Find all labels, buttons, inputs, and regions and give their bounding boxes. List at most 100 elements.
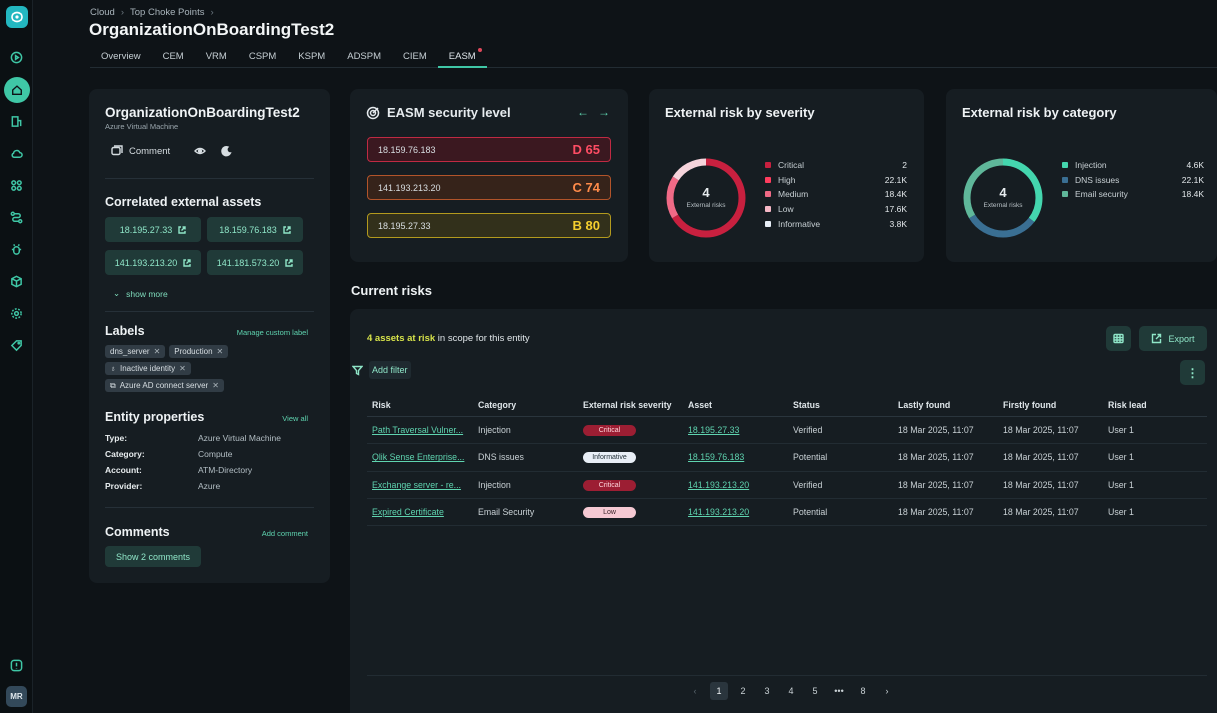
help-icon[interactable] bbox=[9, 658, 23, 672]
asset-chip[interactable]: 18.195.27.33 bbox=[105, 217, 201, 242]
asset-chip[interactable]: 141.181.573.20 bbox=[207, 250, 303, 275]
legend-value: 2 bbox=[902, 160, 907, 171]
page-button[interactable]: 5 bbox=[806, 682, 824, 700]
asset-link[interactable]: 141.193.213.20 bbox=[688, 507, 749, 517]
risk-link[interactable]: Exchange server - re... bbox=[372, 480, 461, 490]
legend-swatch bbox=[765, 162, 771, 169]
severity-legend: Critical 2 High 22.1K Medium 18.4K Low 17.6K… bbox=[765, 158, 907, 231]
tab-adspm[interactable]: ADSPM bbox=[336, 47, 392, 68]
export-button[interactable]: Export bbox=[1139, 326, 1207, 351]
security-level-row[interactable]: 141.193.213.20 C 74 bbox=[367, 175, 611, 200]
column-header[interactable]: Category bbox=[473, 400, 578, 410]
remove-label-icon[interactable]: ✕ bbox=[154, 347, 161, 356]
breadcrumb-item-cloud[interactable]: Cloud bbox=[90, 7, 115, 18]
remove-label-icon[interactable]: ✕ bbox=[217, 347, 224, 356]
settings-icon[interactable] bbox=[9, 306, 23, 320]
column-header[interactable]: Firstly found bbox=[998, 400, 1103, 410]
tab-overview[interactable]: Overview bbox=[90, 47, 152, 68]
show-more-button[interactable]: ⌄ show more bbox=[113, 288, 168, 299]
asset-link[interactable]: 141.193.213.20 bbox=[688, 480, 749, 490]
severity-badge: Critical bbox=[583, 479, 636, 491]
chevron-left-icon[interactable]: ‹ bbox=[686, 682, 704, 700]
legend-item: Injection 4.6K bbox=[1062, 158, 1204, 173]
lastly-found: 18 Mar 2025, 11:07 bbox=[898, 452, 974, 463]
severity-badge: Low bbox=[583, 507, 636, 519]
page-button[interactable]: 8 bbox=[854, 682, 872, 700]
page-button[interactable]: 3 bbox=[758, 682, 776, 700]
severity-badge: Critical bbox=[583, 425, 636, 437]
asset-link[interactable]: 18.159.76.183 bbox=[688, 452, 744, 462]
view-all-link[interactable]: View all bbox=[282, 414, 308, 423]
comments-title: Comments bbox=[105, 525, 170, 539]
divider bbox=[105, 507, 314, 508]
tag-icon[interactable] bbox=[9, 338, 23, 352]
label-text: dns_server bbox=[110, 347, 150, 356]
cloud-icon[interactable] bbox=[9, 146, 23, 160]
play-circle-icon[interactable] bbox=[9, 50, 23, 64]
remove-label-icon[interactable]: ✕ bbox=[179, 364, 186, 373]
tab-ciem[interactable]: CIEM bbox=[392, 47, 438, 68]
table-row[interactable]: Expired Certificate Email Security Low 1… bbox=[367, 499, 1207, 527]
table-row[interactable]: Path Traversal Vulner... Injection Criti… bbox=[367, 417, 1207, 445]
moon-icon[interactable] bbox=[220, 145, 232, 157]
notification-dot bbox=[477, 48, 482, 52]
security-level-row[interactable]: 18.159.76.183 D 65 bbox=[367, 137, 611, 162]
legend-value: 18.4K bbox=[884, 189, 907, 200]
building-icon[interactable] bbox=[9, 114, 23, 128]
entity-properties: Type: Azure Virtual Machine Category: Comp… bbox=[105, 433, 305, 497]
home-icon[interactable] bbox=[4, 77, 30, 103]
asset-chip[interactable]: 18.159.76.183 bbox=[207, 217, 303, 242]
tab-vrm[interactable]: VRM bbox=[195, 47, 238, 68]
tab-cem[interactable]: CEM bbox=[152, 47, 195, 68]
asset-ip: 18.159.76.183 bbox=[219, 224, 277, 235]
column-header[interactable]: External risk severity bbox=[578, 400, 683, 410]
risk-link[interactable]: Expired Certificate bbox=[372, 507, 444, 517]
asset-link[interactable]: 18.195.27.33 bbox=[688, 425, 739, 435]
chevron-right-icon[interactable]: › bbox=[878, 682, 896, 700]
avatar[interactable]: MR bbox=[6, 686, 27, 707]
column-header[interactable]: Risk lead bbox=[1103, 400, 1207, 410]
lastly-found: 18 Mar 2025, 11:07 bbox=[898, 479, 974, 490]
more-options-icon[interactable]: ⋮ bbox=[1180, 360, 1205, 385]
cube-icon[interactable] bbox=[9, 274, 23, 288]
eye-icon[interactable] bbox=[194, 145, 207, 157]
add-filter-label: Add filter bbox=[369, 361, 411, 379]
route-icon[interactable] bbox=[9, 210, 23, 224]
arrow-right-icon[interactable]: → bbox=[598, 105, 610, 119]
column-header[interactable]: Risk bbox=[367, 400, 473, 410]
grid-icon[interactable] bbox=[9, 178, 23, 192]
table-view-button[interactable] bbox=[1106, 326, 1131, 351]
page-button[interactable]: 4 bbox=[782, 682, 800, 700]
app-logo[interactable] bbox=[6, 6, 28, 28]
property-key: Category: bbox=[105, 449, 145, 459]
arrow-left-icon[interactable]: ← bbox=[577, 105, 589, 119]
add-comment-link[interactable]: Add comment bbox=[262, 529, 308, 538]
page-button[interactable]: 1 bbox=[710, 682, 728, 700]
legend-label: Informative bbox=[778, 218, 821, 229]
column-header[interactable]: Status bbox=[788, 400, 893, 410]
risk-link[interactable]: Qlik Sense Enterprise... bbox=[372, 452, 464, 462]
breadcrumb-separator: › bbox=[120, 7, 124, 18]
tab-easm[interactable]: EASM bbox=[437, 47, 487, 68]
page-button[interactable]: 2 bbox=[734, 682, 752, 700]
asset-chip[interactable]: 141.193.213.20 bbox=[105, 250, 201, 275]
property-row: Provider: Azure bbox=[105, 481, 305, 497]
risk-link[interactable]: Path Traversal Vulner... bbox=[372, 425, 463, 435]
add-filter-button[interactable]: Add filter bbox=[352, 361, 411, 379]
risk-lead: User 1 bbox=[1108, 452, 1134, 463]
breadcrumb-item-top-choke-points[interactable]: Top Choke Points bbox=[130, 7, 204, 18]
table-row[interactable]: Exchange server - re... Injection Critic… bbox=[367, 472, 1207, 499]
legend-item: Email security 18.4K bbox=[1062, 187, 1204, 202]
column-header[interactable]: Asset bbox=[683, 400, 788, 410]
column-header[interactable]: Lastly found bbox=[893, 400, 998, 410]
legend-label: Critical bbox=[778, 160, 804, 171]
comment-button[interactable]: Comment bbox=[111, 145, 170, 157]
show-comments-button[interactable]: Show 2 comments bbox=[105, 546, 202, 567]
security-level-row[interactable]: 18.195.27.33 B 80 bbox=[367, 213, 611, 238]
bug-icon[interactable] bbox=[9, 242, 23, 256]
tab-cspm[interactable]: CSPM bbox=[238, 47, 287, 68]
table-row[interactable]: Qlik Sense Enterprise... DNS issues Info… bbox=[367, 444, 1207, 472]
tab-kspm[interactable]: KSPM bbox=[287, 47, 336, 68]
manage-custom-label-link[interactable]: Manage custom label bbox=[237, 328, 308, 337]
remove-label-icon[interactable]: ✕ bbox=[212, 381, 219, 390]
